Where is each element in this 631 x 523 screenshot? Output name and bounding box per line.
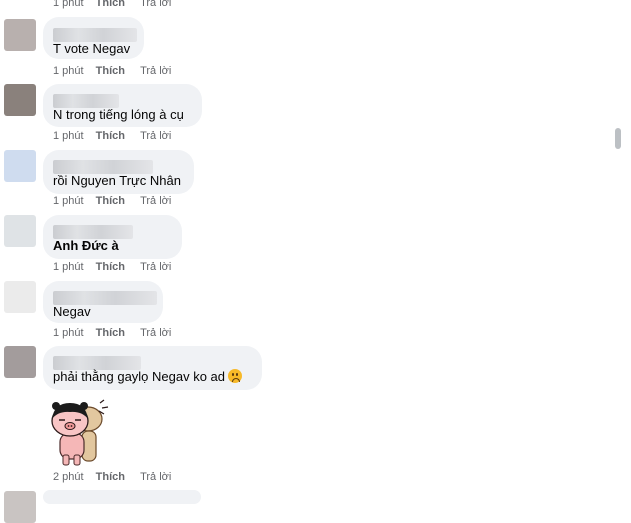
- time-link[interactable]: 1 phút: [53, 261, 84, 273]
- comment-text-content: phải thằng gaylọ Negav ko ad: [53, 369, 226, 384]
- comment-text: Anh Đức à: [53, 238, 119, 253]
- reply-link[interactable]: Trả lời: [140, 471, 171, 483]
- reply-link[interactable]: Trả lời: [140, 0, 171, 9]
- comment-actions: 1 phút Thích Trả lời: [53, 195, 171, 207]
- reply-link[interactable]: Trả lời: [140, 261, 171, 273]
- reply-link[interactable]: Trả lời: [140, 195, 171, 207]
- comment-bubble: rồi Nguyen Trực Nhân: [43, 150, 194, 194]
- blurred-name[interactable]: [53, 94, 119, 108]
- time-link[interactable]: 1 phút: [53, 0, 84, 9]
- pig-sticker: [51, 399, 109, 466]
- blurred-name[interactable]: [53, 160, 153, 174]
- comment-text: N trong tiếng lóng à cụ: [53, 107, 184, 122]
- comment-actions: 1 phút Thích Trả lời: [53, 0, 171, 9]
- comment-bubble: [43, 490, 201, 504]
- scrollbar-thumb[interactable]: [615, 128, 621, 149]
- like-link[interactable]: Thích: [96, 261, 125, 273]
- time-link[interactable]: 1 phút: [53, 65, 84, 77]
- avatar[interactable]: [4, 19, 36, 51]
- comment-text: Negav: [53, 304, 91, 319]
- avatar[interactable]: [4, 346, 36, 378]
- comment-bubble: Anh Đức à: [43, 215, 182, 259]
- time-link[interactable]: 1 phút: [53, 195, 84, 207]
- blurred-name[interactable]: [53, 28, 137, 42]
- reply-link[interactable]: Trả lời: [140, 65, 171, 77]
- worried-face-icon: [228, 369, 243, 383]
- avatar[interactable]: [4, 215, 36, 247]
- comment-actions: 1 phút Thích Trả lời: [53, 327, 171, 339]
- blurred-name[interactable]: [53, 356, 141, 370]
- scrollbar-track[interactable]: [612, 0, 624, 495]
- comment-text: rồi Nguyen Trực Nhân: [53, 173, 181, 188]
- comment-actions: 1 phút Thích Trả lời: [53, 261, 171, 273]
- avatar[interactable]: [4, 281, 36, 313]
- reply-link[interactable]: Trả lời: [140, 327, 171, 339]
- like-link[interactable]: Thích: [96, 195, 125, 207]
- comment-bubble: phải thằng gaylọ Negav ko ad: [43, 346, 262, 390]
- comment-actions: 1 phút Thích Trả lời: [53, 65, 171, 77]
- avatar[interactable]: [4, 84, 36, 116]
- blurred-name[interactable]: [53, 225, 133, 239]
- comment-bubble: Negav: [43, 281, 163, 323]
- comment-actions: 2 phút Thích Trả lời: [53, 471, 171, 483]
- comment-bubble: N trong tiếng lóng à cụ: [43, 84, 202, 127]
- comment-text: phải thằng gaylọ Negav ko ad: [53, 369, 243, 384]
- like-link[interactable]: Thích: [96, 65, 125, 77]
- like-link[interactable]: Thích: [96, 130, 125, 142]
- time-link[interactable]: 2 phút: [53, 471, 84, 483]
- comment-text: T vote Negav: [53, 41, 131, 56]
- like-link[interactable]: Thích: [96, 471, 125, 483]
- avatar[interactable]: [4, 491, 36, 523]
- time-link[interactable]: 1 phút: [53, 327, 84, 339]
- like-link[interactable]: Thích: [96, 327, 125, 339]
- blurred-name[interactable]: [53, 291, 157, 305]
- reply-link[interactable]: Trả lời: [140, 130, 171, 142]
- comment-bubble: T vote Negav: [43, 17, 144, 59]
- avatar[interactable]: [4, 150, 36, 182]
- time-link[interactable]: 1 phút: [53, 130, 84, 142]
- comment-actions: 1 phút Thích Trả lời: [53, 130, 171, 142]
- like-link[interactable]: Thích: [96, 0, 125, 9]
